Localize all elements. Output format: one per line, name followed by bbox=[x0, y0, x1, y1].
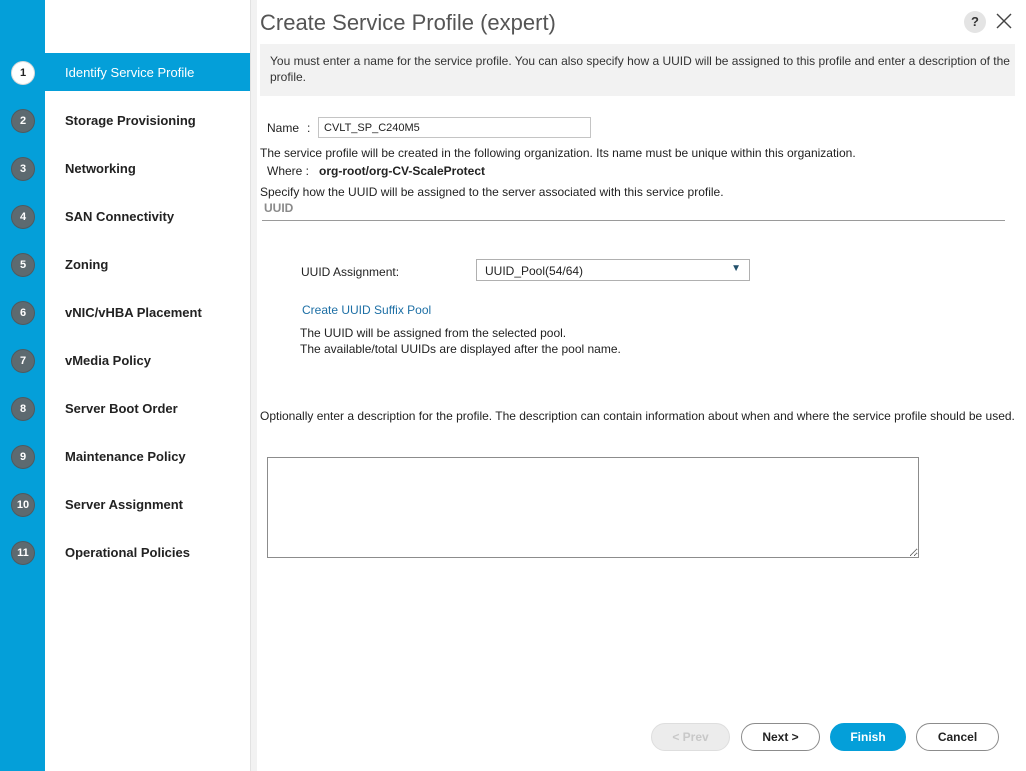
step-label: Zoning bbox=[65, 257, 109, 272]
step-6[interactable]: 6 vNIC/vHBA Placement bbox=[0, 293, 250, 331]
step-4[interactable]: 4 SAN Connectivity bbox=[0, 197, 250, 235]
step-2[interactable]: 2 Storage Provisioning bbox=[0, 101, 250, 139]
pool-note-2: The available/total UUIDs are displayed … bbox=[300, 342, 621, 356]
step-label: vMedia Policy bbox=[65, 353, 151, 368]
step-label: SAN Connectivity bbox=[65, 209, 175, 224]
pool-note-1: The UUID will be assigned from the selec… bbox=[300, 326, 567, 340]
name-separator: : bbox=[307, 121, 311, 135]
uuid-note: Specify how the UUID will be assigned to… bbox=[260, 185, 724, 199]
step-number-badge: 3 bbox=[11, 157, 35, 181]
finish-button[interactable]: Finish bbox=[830, 723, 906, 751]
caret-down-icon: ▼ bbox=[731, 263, 741, 274]
step-label: vNIC/vHBA Placement bbox=[65, 305, 202, 320]
intro-box: You must enter a name for the service pr… bbox=[260, 44, 1015, 96]
step-9[interactable]: 9 Maintenance Policy bbox=[0, 437, 250, 475]
cancel-button[interactable]: Cancel bbox=[916, 723, 999, 751]
step-number-badge: 8 bbox=[11, 397, 35, 421]
step-number-badge: 1 bbox=[11, 61, 35, 85]
step-label: Server Boot Order bbox=[65, 401, 178, 416]
where-value: org-root/org-CV-ScaleProtect bbox=[319, 164, 486, 178]
step-number-badge: 11 bbox=[11, 541, 35, 565]
where-label: Where : bbox=[267, 164, 310, 178]
step-7[interactable]: 7 vMedia Policy bbox=[0, 341, 250, 379]
step-number-badge: 10 bbox=[11, 493, 35, 517]
step-number-badge: 2 bbox=[11, 109, 35, 133]
step-8[interactable]: 8 Server Boot Order bbox=[0, 389, 250, 427]
name-input[interactable] bbox=[318, 117, 591, 138]
uuid-assignment-value: UUID_Pool(54/64) bbox=[485, 264, 584, 278]
intro-text: You must enter a name for the service pr… bbox=[270, 54, 1010, 84]
step-10[interactable]: 10 Server Assignment bbox=[0, 485, 250, 523]
step-label: Maintenance Policy bbox=[65, 449, 186, 464]
step-number-badge: 6 bbox=[11, 301, 35, 325]
description-prompt: Optionally enter a description for the p… bbox=[260, 409, 1015, 423]
uuid-assignment-label: UUID Assignment: bbox=[301, 265, 400, 279]
name-label: Name bbox=[267, 121, 300, 135]
uuid-section-heading: UUID bbox=[264, 201, 294, 215]
create-service-profile-wizard: 1 Identify Service Profile 2 Storage Provis… bbox=[0, 0, 1026, 771]
step-11[interactable]: 11 Operational Policies bbox=[0, 533, 250, 571]
step-5[interactable]: 5 Zoning bbox=[0, 245, 250, 283]
step-label: Identify Service Profile bbox=[65, 65, 195, 80]
uuid-assignment-select[interactable]: UUID_Pool(54/64) ▼ bbox=[476, 259, 750, 281]
prev-button[interactable]: < Prev bbox=[651, 723, 730, 751]
create-uuid-suffix-pool-link[interactable]: Create UUID Suffix Pool bbox=[302, 303, 431, 317]
step-number-badge: 5 bbox=[11, 253, 35, 277]
section-divider bbox=[262, 220, 1005, 221]
step-label: Server Assignment bbox=[65, 497, 184, 512]
step-number-badge: 4 bbox=[11, 205, 35, 229]
panel-divider bbox=[250, 0, 257, 771]
step-3[interactable]: 3 Networking bbox=[0, 149, 250, 187]
step-number-badge: 7 bbox=[11, 349, 35, 373]
step-label: Operational Policies bbox=[65, 545, 190, 560]
close-icon[interactable] bbox=[993, 10, 1015, 32]
next-button[interactable]: Next > bbox=[741, 723, 820, 751]
step-label: Storage Provisioning bbox=[65, 113, 196, 128]
step-number-badge: 9 bbox=[11, 445, 35, 469]
step-label: Networking bbox=[65, 161, 136, 176]
question-icon[interactable]: ? bbox=[964, 11, 986, 33]
org-note: The service profile will be created in t… bbox=[260, 146, 856, 160]
dialog-title: Create Service Profile (expert) bbox=[260, 10, 556, 35]
description-textarea[interactable] bbox=[267, 457, 919, 558]
step-1[interactable]: 1 Identify Service Profile bbox=[0, 53, 250, 91]
